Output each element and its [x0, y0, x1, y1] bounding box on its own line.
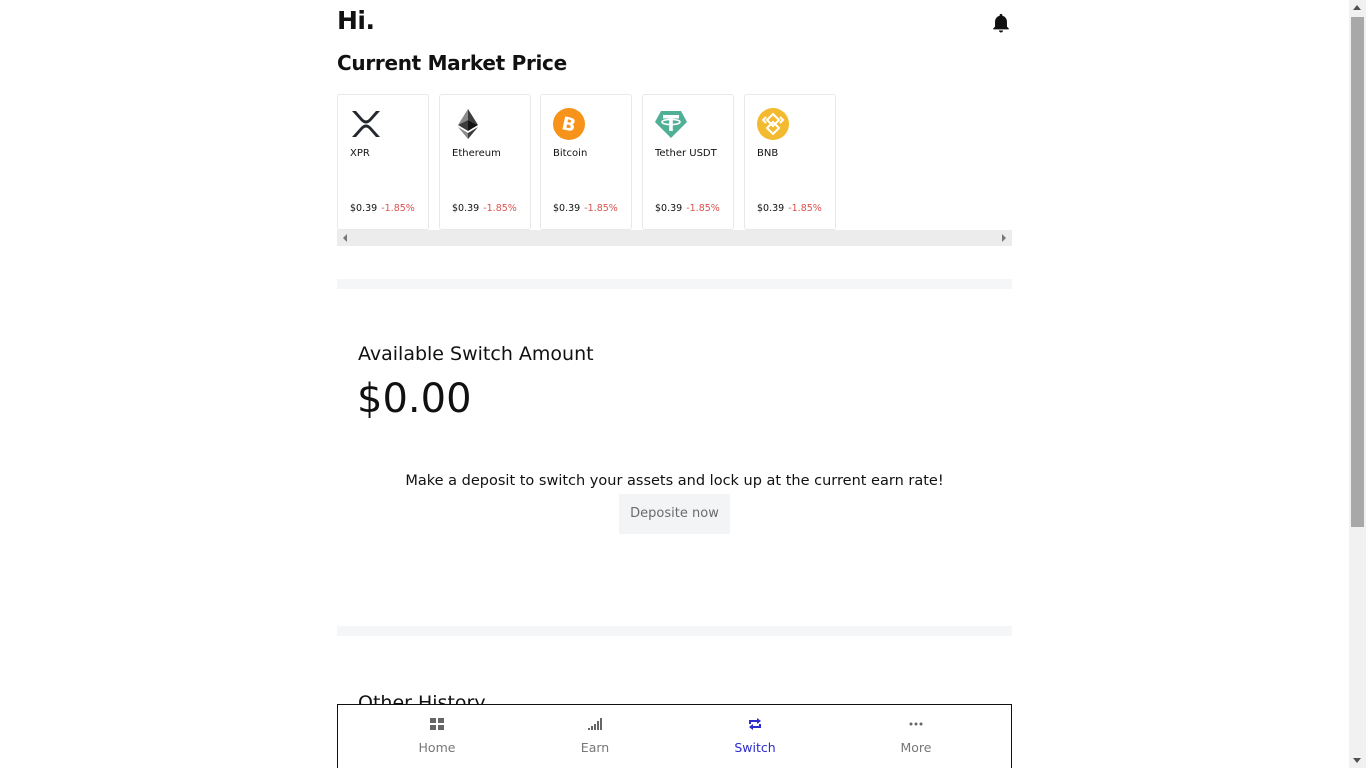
coin-change: -1.85%	[381, 203, 415, 214]
section-divider	[337, 279, 1012, 289]
main-container: Hi. Current Market Price XPR $0.39 -1.85%	[337, 0, 1012, 768]
scroll-up-arrow-icon[interactable]	[1353, 5, 1361, 10]
nav-label: Home	[418, 740, 456, 755]
nav-item-switch[interactable]: Switch	[695, 705, 815, 768]
coin-card-list[interactable]: XPR $0.39 -1.85% Ethereum $0.39 -1.85% B…	[337, 94, 1012, 230]
nav-label: Earn	[580, 740, 610, 755]
tether-icon	[655, 111, 687, 138]
deposit-now-button[interactable]: Deposite now	[619, 494, 730, 534]
coin-change: -1.85%	[483, 203, 517, 214]
coin-price: $0.39	[757, 203, 785, 214]
coin-change: -1.85%	[584, 203, 618, 214]
market-title: Current Market Price	[337, 51, 567, 75]
other-history-title: Other History	[358, 692, 486, 705]
coin-price: $0.39	[350, 203, 378, 214]
available-switch-label: Available Switch Amount	[358, 343, 594, 365]
nav-item-home[interactable]: Home	[377, 705, 497, 768]
coin-price-row: $0.39 -1.85%	[757, 203, 822, 214]
signal-bars-icon	[588, 718, 602, 730]
switch-arrows-icon	[749, 718, 761, 730]
coin-change: -1.85%	[788, 203, 822, 214]
coin-name: Bitcoin	[553, 148, 588, 159]
more-dots-icon	[909, 722, 923, 726]
nav-label: More	[900, 740, 932, 755]
nav-label: Switch	[734, 740, 776, 755]
xrp-icon	[352, 111, 380, 137]
coin-price-row: $0.39 -1.85%	[655, 203, 720, 214]
nav-item-more[interactable]: More	[856, 705, 976, 768]
coin-card[interactable]: Tether USDT $0.39 -1.85%	[642, 94, 734, 230]
ethereum-icon	[458, 109, 478, 139]
coin-name: BNB	[757, 148, 779, 159]
coin-name: Ethereum	[452, 148, 501, 159]
coin-card[interactable]: Ethereum $0.39 -1.85%	[439, 94, 531, 230]
page: Hi. Current Market Price XPR $0.39 -1.85%	[0, 0, 1366, 768]
nav-item-earn[interactable]: Earn	[535, 705, 655, 768]
coin-price: $0.39	[655, 203, 683, 214]
scroll-down-arrow-icon[interactable]	[1353, 758, 1361, 763]
coin-card[interactable]: BNB $0.39 -1.85%	[744, 94, 836, 230]
bitcoin-icon: B	[553, 108, 585, 140]
coin-name: XPR	[350, 148, 370, 159]
coin-price: $0.39	[452, 203, 480, 214]
grid-icon	[430, 718, 444, 730]
section-divider	[337, 626, 1012, 636]
greeting-heading: Hi.	[337, 6, 375, 35]
coin-card[interactable]: XPR $0.39 -1.85%	[337, 94, 429, 230]
coin-change: -1.85%	[686, 203, 720, 214]
coin-name: Tether USDT	[655, 148, 717, 159]
coin-card[interactable]: B Bitcoin $0.39 -1.85%	[540, 94, 632, 230]
deposit-message: Make a deposit to switch your assets and…	[405, 473, 944, 489]
coin-price: $0.39	[553, 203, 581, 214]
bnb-icon	[757, 108, 789, 140]
coin-price-row: $0.39 -1.85%	[553, 203, 618, 214]
bell-icon[interactable]	[990, 12, 1012, 34]
vertical-scrollbar[interactable]	[1349, 0, 1366, 768]
coin-price-row: $0.39 -1.85%	[350, 203, 415, 214]
scrollbar-thumb[interactable]	[1351, 17, 1364, 527]
coin-price-row: $0.39 -1.85%	[452, 203, 517, 214]
bottom-nav: Home Earn Switch More	[337, 704, 1012, 768]
horizontal-scrollbar[interactable]	[337, 230, 1012, 246]
scroll-right-arrow-icon[interactable]	[1002, 234, 1006, 242]
scroll-left-arrow-icon[interactable]	[343, 234, 347, 242]
available-switch-amount: $0.00	[357, 376, 472, 422]
